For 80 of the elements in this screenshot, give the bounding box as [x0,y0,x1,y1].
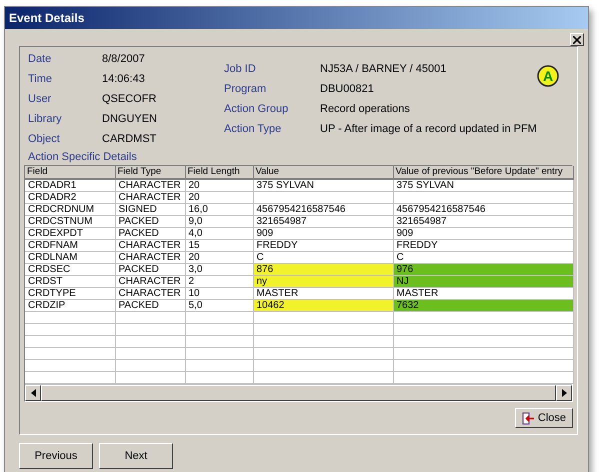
field-label: User [28,93,52,105]
table-cell: 5,0 [185,300,253,312]
table-cell: 375 SYLVAN [393,179,573,192]
table-cell: 2 [185,276,253,288]
table-cell: 20 [185,179,253,192]
field-value: 8/8/2007 [102,53,146,65]
table-cell: CRDZIP [25,300,115,312]
table-cell: CHARACTER [115,179,185,192]
table-cell: SIGNED [115,204,185,216]
field-label: Action Type [224,123,282,135]
table-cell: CRDLNAM [25,252,115,264]
column-header[interactable]: Field Type [115,166,185,179]
field-label: Date [28,53,52,65]
field-label: Time [28,73,54,85]
table-cell: 4567954216587546 [253,204,393,216]
table-cell: 375 SYLVAN [253,179,393,192]
table-cell: PACKED [115,228,185,240]
table-cell: CHARACTER [115,252,185,264]
window-title: Event Details [5,7,588,29]
table-cell: 3,0 [185,264,253,276]
table-cell: CRDADR1 [25,179,115,192]
field-value: CARDMST [102,133,158,145]
next-button[interactable]: Next [99,443,173,469]
table-cell: CHARACTER [115,192,185,204]
table-cell: CRDFNAM [25,240,115,252]
table-cell: 10 [185,288,253,300]
table-cell: 9,0 [185,216,253,228]
table-cell: CRDSEC [25,264,115,276]
field-value: 14:06:43 [102,73,146,85]
table-cell: 15 [185,240,253,252]
table-cell: CRDST [25,276,115,288]
column-header[interactable]: Value [253,166,393,179]
field-label: Program [224,83,268,95]
table-cell: ny [253,276,393,288]
column-header[interactable]: Value of previous "Before Update" entry [393,166,573,179]
previous-button[interactable]: Previous [19,443,93,469]
field-label: Action Group [224,103,290,115]
field-value: QSECOFR [102,93,158,105]
table-cell: FREDDY [253,240,393,252]
column-header[interactable]: Field Length [185,166,253,179]
table-cell: PACKED [115,216,185,228]
table-cell: 876 [253,264,393,276]
status-badge: A [537,65,559,87]
field-value: NJ53A / BARNEY / 45001 [320,63,448,75]
table-cell: CRDCSTNUM [25,216,115,228]
table-cell: CRDADR2 [25,192,115,204]
table-cell: 10462 [253,300,393,312]
field-label: Job ID [224,63,257,75]
table-cell: 321654987 [253,216,393,228]
field-value: Record operations [320,103,411,115]
table-cell: 20 [185,192,253,204]
table-cell: CHARACTER [115,240,185,252]
field-value: DBU00821 [320,83,375,95]
table-cell: 976 [393,264,573,276]
table-cell: 16,0 [185,204,253,216]
field-value: DNGUYEN [102,113,158,125]
field-value: UP - After image of a record updated in PFM [320,123,537,135]
close-button[interactable]: Close [514,408,573,428]
table-cell: 321654987 [393,216,573,228]
table-cell: PACKED [115,264,185,276]
table-cell: PACKED [115,300,185,312]
table-cell: CRDTYPE [25,288,115,300]
field-label: Library [28,113,63,125]
table-cell: 4,0 [185,228,253,240]
field-label: Object [28,133,61,145]
exit-icon [522,412,535,424]
table-cell: CHARACTER [115,288,185,300]
table-cell: FREDDY [393,240,573,252]
table-cell: CHARACTER [115,276,185,288]
table-cell: 4567954216587546 [393,204,573,216]
table-cell: 909 [393,228,573,240]
table-cell: CRDCRDNUM [25,204,115,216]
table-cell: 7632 [393,300,573,312]
table-cell: 909 [253,228,393,240]
column-header[interactable]: Field [25,166,115,179]
table-cell: 20 [185,252,253,264]
table-cell: NJ [393,276,573,288]
close-icon[interactable] [570,33,584,46]
table-cell: CRDEXPDT [25,228,115,240]
section-label: Action Specific Details [28,151,138,163]
